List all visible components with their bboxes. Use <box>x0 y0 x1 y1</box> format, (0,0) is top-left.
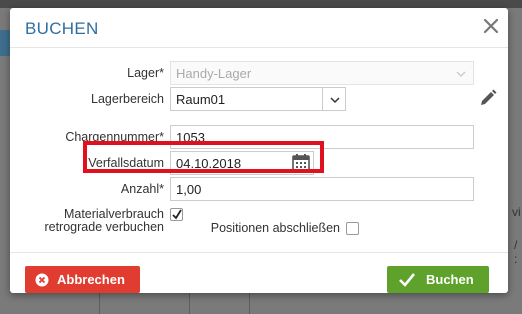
background-cell <box>190 293 250 314</box>
dialog-footer: Abbrechen Buchen <box>10 252 508 293</box>
verfallsdatum-highlight <box>83 141 324 173</box>
background-text: vi <box>512 205 521 219</box>
positionen-label: Positionen abschließen <box>210 221 340 235</box>
lager-label: Lager* <box>127 66 164 80</box>
anzahl-label: Anzahl* <box>120 182 164 196</box>
close-icon <box>483 18 499 34</box>
x-circle-icon <box>35 273 49 287</box>
lager-value: Handy-Lager <box>176 66 252 81</box>
close-button[interactable] <box>481 16 501 36</box>
lagerbereich-label: Lagerbereich <box>91 92 164 106</box>
materialverbrauch-checkbox[interactable] <box>170 208 183 221</box>
lagerbereich-dropdown-button[interactable] <box>322 87 346 111</box>
edit-button[interactable] <box>478 88 498 108</box>
lagerbereich-select[interactable]: Raum01 <box>170 87 323 111</box>
checkmark-icon <box>172 209 182 220</box>
book-button-label: Buchen <box>426 272 474 287</box>
lager-select: Handy-Lager <box>170 61 474 85</box>
materialverbrauch-label-line2: retrograde verbuchen <box>44 220 164 234</box>
background-cell <box>10 293 100 314</box>
pencil-icon <box>481 89 497 105</box>
dialog-header: BUCHEN <box>10 8 508 48</box>
anzahl-value: 1,00 <box>176 182 202 197</box>
background-left-panel <box>0 8 10 314</box>
positionen-checkbox[interactable] <box>346 222 359 235</box>
background-table-row <box>10 293 508 314</box>
background-cell <box>100 293 190 314</box>
booking-dialog: BUCHEN Lager* Handy-Lager Lagerbereich R… <box>10 8 508 293</box>
chevron-down-icon <box>449 62 473 84</box>
cancel-button[interactable]: Abbrechen <box>25 266 140 293</box>
anzahl-input[interactable]: 1,00 <box>170 177 474 201</box>
materialverbrauch-label: Materialverbrauch retrograde verbuchen <box>30 208 164 234</box>
background-blue-tab <box>0 30 10 56</box>
chevron-down-icon <box>330 97 340 104</box>
checkmark-icon <box>399 273 416 287</box>
cancel-button-label: Abbrechen <box>57 272 125 287</box>
book-button[interactable]: Buchen <box>387 266 489 293</box>
background-topbar <box>0 0 522 8</box>
lagerbereich-value: Raum01 <box>176 92 226 107</box>
background-text: / : <box>514 238 518 266</box>
background-right-panel: vi / : <box>508 8 522 314</box>
dialog-title: BUCHEN <box>25 19 99 38</box>
